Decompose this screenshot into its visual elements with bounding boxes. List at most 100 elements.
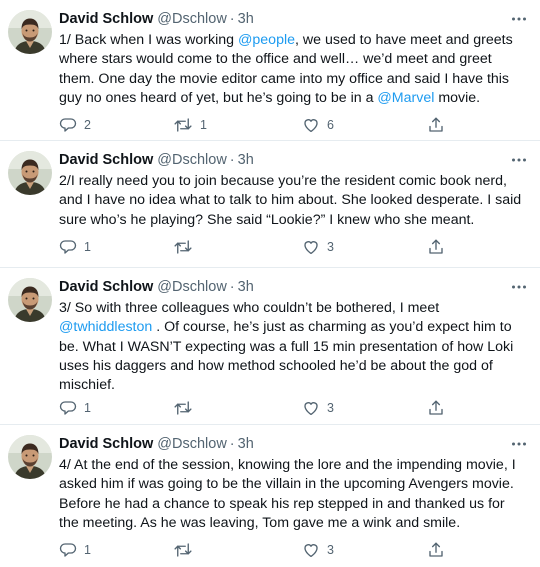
retweet-count: 1	[200, 118, 207, 132]
heart-icon	[302, 116, 320, 134]
tweet[interactable]: David Schlow @Dschlow · 3h 1/ Back when I w…	[0, 0, 540, 141]
reply-button[interactable]: 1	[59, 236, 91, 258]
profile-photo-image	[8, 278, 52, 322]
author-handle[interactable]: @Dschlow	[157, 11, 227, 27]
tweet-header: David Schlow @Dschlow · 3h	[59, 8, 532, 30]
tweet-content: David Schlow @Dschlow · 3h 1/ Back when I w…	[59, 8, 532, 108]
share-upload-icon	[427, 116, 445, 134]
tweet-header: David Schlow @Dschlow · 3h	[59, 276, 532, 298]
more-dots-icon	[512, 442, 526, 446]
tweet[interactable]: David Schlow @Dschlow · 3h 3/ So with three…	[0, 268, 540, 425]
timestamp[interactable]: 3h	[238, 11, 254, 27]
retweet-button[interactable]	[173, 236, 200, 258]
tweet-actions: 1 3	[59, 397, 499, 419]
tweet-content: David Schlow @Dschlow · 3h 3/ So with three…	[59, 276, 532, 395]
tweet-text: 4/ At the end of the session, knowing th…	[59, 456, 532, 533]
tweet-header: David Schlow @Dschlow · 3h	[59, 149, 532, 171]
author-name[interactable]: David Schlow	[59, 279, 153, 295]
profile-photo-image	[8, 435, 52, 479]
author-handle[interactable]: @Dschlow	[157, 436, 227, 452]
tweet-text-segment: 4/ At the end of the session, knowing th…	[59, 457, 516, 531]
timestamp[interactable]: 3h	[238, 152, 254, 168]
like-button[interactable]: 6	[302, 114, 334, 136]
like-count: 3	[327, 543, 334, 557]
like-button[interactable]: 3	[302, 539, 334, 561]
retweet-icon	[173, 116, 193, 134]
retweet-icon	[173, 238, 193, 256]
timestamp[interactable]: 3h	[238, 436, 254, 452]
tweet-text-segment: 3/ So with three colleagues who couldn’t…	[59, 300, 440, 316]
reply-button[interactable]: 2	[59, 114, 91, 136]
reply-bubble-icon	[59, 399, 77, 417]
retweet-icon	[173, 541, 193, 559]
share-upload-icon	[427, 541, 445, 559]
share-button[interactable]	[427, 397, 445, 419]
tweet-text-segment: 2/I really need you to join because you’…	[59, 173, 522, 228]
reply-bubble-icon	[59, 541, 77, 559]
reply-bubble-icon	[59, 116, 77, 134]
separator-dot: ·	[229, 11, 235, 27]
avatar[interactable]	[8, 151, 52, 195]
tweet-actions: 1 3	[59, 236, 499, 258]
avatar[interactable]	[8, 278, 52, 322]
share-button[interactable]	[427, 539, 445, 561]
author-handle[interactable]: @Dschlow	[157, 152, 227, 168]
more-dots-icon	[512, 285, 526, 289]
tweet-text: 3/ So with three colleagues who couldn’t…	[59, 299, 532, 395]
more-dots-icon	[512, 158, 526, 162]
mention-link[interactable]: @Marvel	[377, 90, 434, 106]
retweet-icon	[173, 399, 193, 417]
reply-button[interactable]: 1	[59, 397, 91, 419]
share-upload-icon	[427, 399, 445, 417]
retweet-button[interactable]	[173, 539, 200, 561]
tweet-text: 1/ Back when I was working @people, we u…	[59, 31, 532, 108]
retweet-button[interactable]: 1	[173, 114, 207, 136]
profile-photo-image	[8, 10, 52, 54]
tweet[interactable]: David Schlow @Dschlow · 3h 4/ At the end of…	[0, 425, 540, 567]
like-button[interactable]: 3	[302, 397, 334, 419]
reply-bubble-icon	[59, 238, 77, 256]
more-options-button[interactable]	[508, 433, 530, 455]
like-button[interactable]: 3	[302, 236, 334, 258]
like-count: 3	[327, 401, 334, 415]
like-count: 6	[327, 118, 334, 132]
author-handle[interactable]: @Dschlow	[157, 279, 227, 295]
avatar[interactable]	[8, 435, 52, 479]
share-button[interactable]	[427, 236, 445, 258]
mention-link[interactable]: @people	[238, 32, 295, 48]
reply-count: 1	[84, 543, 91, 557]
author-name[interactable]: David Schlow	[59, 436, 153, 452]
reply-button[interactable]: 1	[59, 539, 91, 561]
reply-count: 1	[84, 240, 91, 254]
tweet-text-segment: movie.	[434, 89, 481, 106]
like-count: 3	[327, 240, 334, 254]
heart-icon	[302, 541, 320, 559]
more-options-button[interactable]	[508, 276, 530, 298]
tweet-thread: David Schlow @Dschlow · 3h 1/ Back when I w…	[0, 0, 540, 567]
separator-dot: ·	[229, 436, 235, 452]
tweet-actions: 2 1 6	[59, 114, 499, 136]
mention-link[interactable]: @twhiddleston	[59, 319, 152, 335]
tweet-content: David Schlow @Dschlow · 3h 2/I really need …	[59, 149, 532, 230]
heart-icon	[302, 399, 320, 417]
reply-count: 1	[84, 401, 91, 415]
profile-photo-image	[8, 151, 52, 195]
timestamp[interactable]: 3h	[238, 279, 254, 295]
tweet-text: 2/I really need you to join because you’…	[59, 172, 532, 230]
reply-count: 2	[84, 118, 91, 132]
author-name[interactable]: David Schlow	[59, 11, 153, 27]
more-dots-icon	[512, 17, 526, 21]
tweet-content: David Schlow @Dschlow · 3h 4/ At the end of…	[59, 433, 532, 533]
heart-icon	[302, 238, 320, 256]
tweet[interactable]: David Schlow @Dschlow · 3h 2/I really need …	[0, 141, 540, 268]
separator-dot: ·	[229, 279, 235, 295]
tweet-text-segment: 1/ Back when I was working	[59, 32, 238, 48]
author-name[interactable]: David Schlow	[59, 152, 153, 168]
more-options-button[interactable]	[508, 8, 530, 30]
retweet-button[interactable]	[173, 397, 200, 419]
separator-dot: ·	[229, 152, 235, 168]
more-options-button[interactable]	[508, 149, 530, 171]
tweet-header: David Schlow @Dschlow · 3h	[59, 433, 532, 455]
share-button[interactable]	[427, 114, 445, 136]
avatar[interactable]	[8, 10, 52, 54]
